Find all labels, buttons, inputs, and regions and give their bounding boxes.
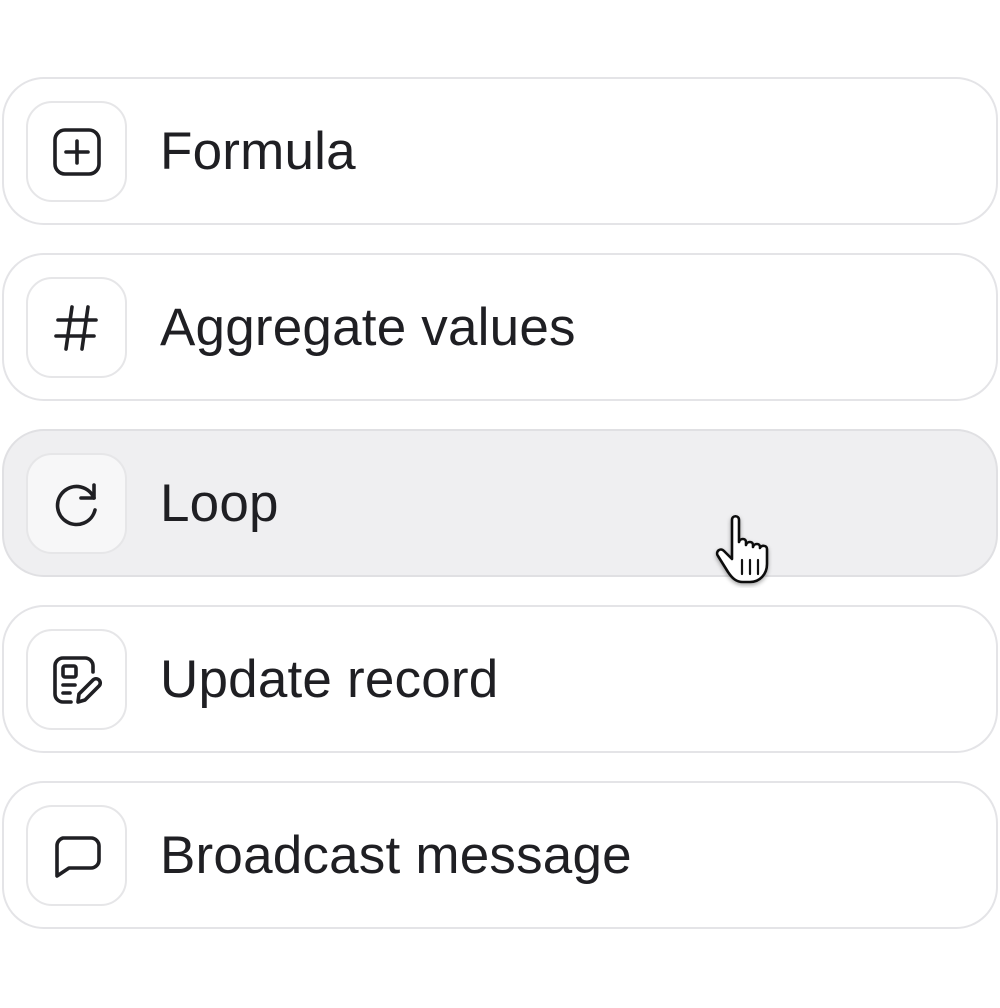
menu-item-formula[interactable]: Formula xyxy=(2,77,998,225)
menu-item-label: Broadcast message xyxy=(160,825,632,885)
icon-container xyxy=(26,453,127,554)
icon-container xyxy=(26,629,127,730)
menu-item-loop[interactable]: Loop xyxy=(2,429,998,577)
icon-container xyxy=(26,277,127,378)
icon-container xyxy=(26,101,127,202)
action-menu-list: Formula Aggregate values Loop Update rec… xyxy=(0,0,1000,1008)
hash-icon xyxy=(53,304,98,351)
menu-item-label: Formula xyxy=(160,121,356,181)
message-square-icon xyxy=(54,835,101,878)
menu-item-aggregate-values[interactable]: Aggregate values xyxy=(2,253,998,401)
menu-item-label: Aggregate values xyxy=(160,297,576,357)
refresh-icon xyxy=(55,482,97,526)
menu-item-label: Update record xyxy=(160,649,499,709)
edit-record-icon xyxy=(52,655,102,704)
menu-item-update-record[interactable]: Update record xyxy=(2,605,998,753)
menu-item-broadcast-message[interactable]: Broadcast message xyxy=(2,781,998,929)
menu-item-label: Loop xyxy=(160,473,279,533)
plus-square-icon xyxy=(52,127,101,176)
icon-container xyxy=(26,805,127,906)
